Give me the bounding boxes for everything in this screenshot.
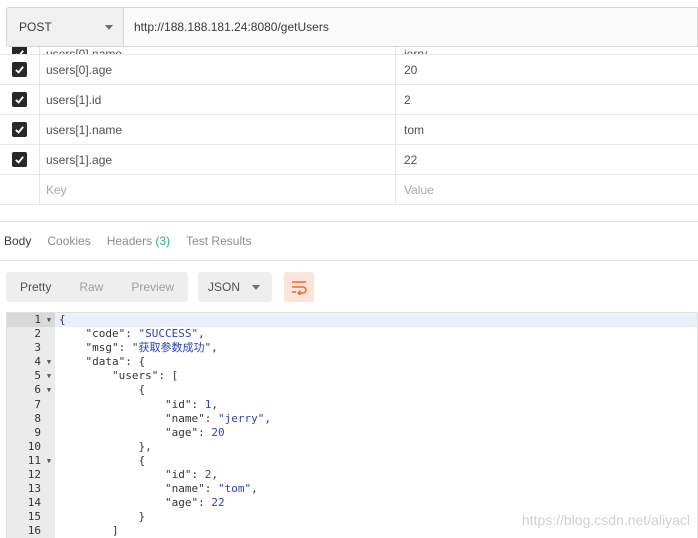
- method-label: POST: [19, 20, 52, 34]
- url-input[interactable]: http://188.188.181.24:8080/getUsers: [123, 7, 698, 47]
- param-row: users[1].id 2: [0, 85, 698, 115]
- line-number: 12: [27, 468, 41, 482]
- line-number: 9: [34, 425, 41, 439]
- param-checkbox[interactable]: [12, 62, 27, 77]
- watermark: https://blog.csdn.net/aliyacl: [521, 512, 690, 528]
- line-number: 8: [34, 411, 41, 425]
- pretty-button[interactable]: Pretty: [6, 272, 65, 302]
- checkmark-icon: [15, 96, 24, 104]
- param-value[interactable]: 20: [396, 55, 698, 84]
- code-line: 1 ▼{: [7, 313, 697, 328]
- checkmark-icon: [15, 126, 24, 134]
- tab-test-results[interactable]: Test Results: [186, 234, 251, 248]
- line-number: 3: [34, 341, 41, 355]
- fold-arrow-icon[interactable]: ▼: [45, 369, 53, 383]
- preview-button[interactable]: Preview: [117, 272, 188, 302]
- code-text: "age": 22: [59, 496, 225, 510]
- params-table: users[0].name jerry users[0].age 20 user…: [0, 40, 698, 205]
- param-checkbox[interactable]: [12, 92, 27, 107]
- fold-arrow-icon[interactable]: ▼: [45, 355, 53, 369]
- code-line: 4 ▼ "data": {: [7, 355, 697, 369]
- param-key-input[interactable]: Key: [40, 175, 396, 204]
- url-text: http://188.188.181.24:8080/getUsers: [134, 20, 329, 34]
- code-text: {: [59, 453, 146, 467]
- code-text: "name": "jerry",: [59, 411, 271, 425]
- tab-body[interactable]: Body: [4, 234, 31, 248]
- code-text: {: [59, 383, 146, 397]
- param-checkbox[interactable]: [12, 152, 27, 167]
- code-text: "id": 2,: [59, 468, 218, 482]
- param-key[interactable]: users[1].id: [40, 85, 396, 114]
- param-row-new: Key Value: [0, 175, 698, 205]
- checkmark-icon: [15, 66, 24, 74]
- tab-headers[interactable]: Headers (3): [107, 234, 170, 248]
- code-text: "data": {: [59, 355, 146, 369]
- code-line: 12 "id": 2,: [7, 468, 697, 482]
- param-value-input[interactable]: Value: [396, 175, 698, 204]
- line-number: 10: [27, 439, 41, 453]
- response-tabs: Body Cookies Headers (3) Test Results: [0, 221, 698, 261]
- fold-arrow-icon[interactable]: ▼: [45, 454, 53, 468]
- code-line: 2 "code": "SUCCESS",: [7, 327, 697, 341]
- code-text: "id": 1,: [59, 397, 218, 411]
- code-text: "age": 20: [59, 425, 225, 439]
- code-lines: 1 ▼{2 "code": "SUCCESS", 3 "msg": "获取参数成功"…: [7, 313, 697, 538]
- code-line: 3 "msg": "获取参数成功",: [7, 341, 697, 355]
- code-line: 7 "id": 1,: [7, 398, 697, 412]
- code-line: 14 "age": 22: [7, 496, 697, 510]
- param-value[interactable]: 2: [396, 85, 698, 114]
- code-text: },: [59, 439, 152, 453]
- code-line: 13 "name": "tom",: [7, 482, 697, 496]
- response-toolbar: Pretty Raw Preview JSON: [6, 272, 315, 302]
- param-value[interactable]: tom: [396, 115, 698, 144]
- tab-headers-label: Headers: [106, 234, 153, 248]
- param-checkbox[interactable]: [12, 122, 27, 137]
- format-label: JSON: [208, 280, 241, 294]
- code-line: 9 "age": 20: [7, 426, 697, 440]
- wrap-lines-button[interactable]: [284, 272, 315, 302]
- line-number: 7: [34, 397, 41, 411]
- param-key[interactable]: users[1].name: [40, 115, 396, 144]
- wrap-lines-icon: [292, 281, 307, 295]
- code-line: 10 },: [7, 440, 697, 454]
- response-body-editor[interactable]: 1 ▼{2 "code": "SUCCESS", 3 "msg": "获取参数成功"…: [6, 312, 698, 538]
- line-number: 2: [34, 327, 41, 341]
- param-row: users[1].age 22: [0, 145, 698, 175]
- code-text: "code": "SUCCESS",: [59, 327, 205, 341]
- line-number: 15: [27, 510, 41, 524]
- chevron-down-icon: [252, 284, 261, 290]
- code-text: {: [55, 313, 697, 328]
- param-checkbox[interactable]: [12, 46, 27, 54]
- format-select[interactable]: JSON: [198, 272, 273, 302]
- line-number: 14: [27, 496, 41, 510]
- tab-cookies[interactable]: Cookies: [47, 234, 90, 248]
- method-select[interactable]: POST: [6, 7, 123, 47]
- checkmark-icon: [15, 156, 24, 164]
- headers-count-badge: (3): [155, 234, 171, 248]
- chevron-down-icon: [105, 24, 113, 30]
- code-text: "users": [: [59, 369, 179, 383]
- line-number: 16: [27, 524, 41, 538]
- fold-arrow-icon[interactable]: ▼: [45, 383, 53, 397]
- param-key[interactable]: users[0].age: [40, 55, 396, 84]
- checkmark-icon: [15, 50, 24, 54]
- view-mode-group: Pretty Raw Preview: [6, 272, 189, 302]
- code-line: 11 ▼ {: [7, 454, 697, 468]
- param-key[interactable]: users[1].age: [40, 145, 396, 174]
- param-row: users[0].age 20: [0, 55, 698, 85]
- request-bar: POST http://188.188.181.24:8080/getUsers: [6, 7, 698, 47]
- code-line: 5 ▼ "users": [: [7, 369, 697, 383]
- code-line: 8 "name": "jerry",: [7, 412, 697, 426]
- code-text: "name": "tom",: [59, 482, 258, 496]
- param-value[interactable]: 22: [396, 145, 698, 174]
- raw-button[interactable]: Raw: [65, 272, 117, 302]
- fold-arrow-icon[interactable]: ▼: [45, 313, 53, 327]
- code-line: 6 ▼ {: [7, 383, 697, 397]
- line-number: 13: [27, 482, 41, 496]
- code-text: "msg": "获取参数成功",: [59, 341, 218, 355]
- param-row: users[1].name tom: [0, 115, 698, 145]
